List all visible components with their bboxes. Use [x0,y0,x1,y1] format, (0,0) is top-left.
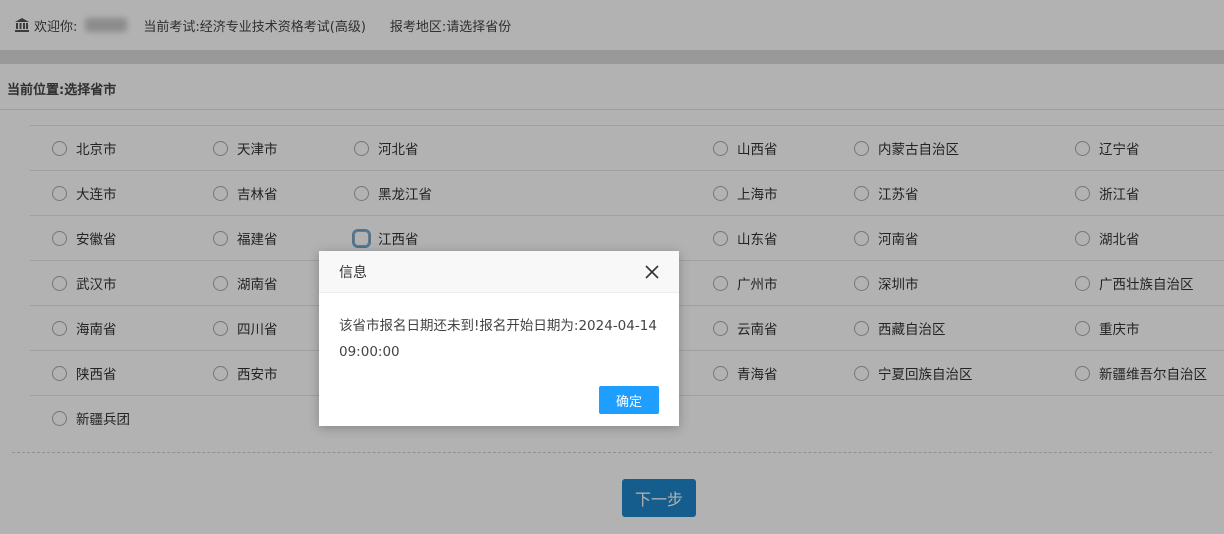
info-dialog: 信息 该省市报名日期还未到!报名开始日期为:2024-04-14 09:00:0… [319,251,679,426]
dialog-title: 信息 [339,264,367,281]
dialog-header: 信息 [319,251,679,293]
dialog-message: 该省市报名日期还未到!报名开始日期为:2024-04-14 09:00:00 [339,318,657,360]
close-icon[interactable] [645,264,659,279]
ok-button[interactable]: 确定 [599,386,659,414]
